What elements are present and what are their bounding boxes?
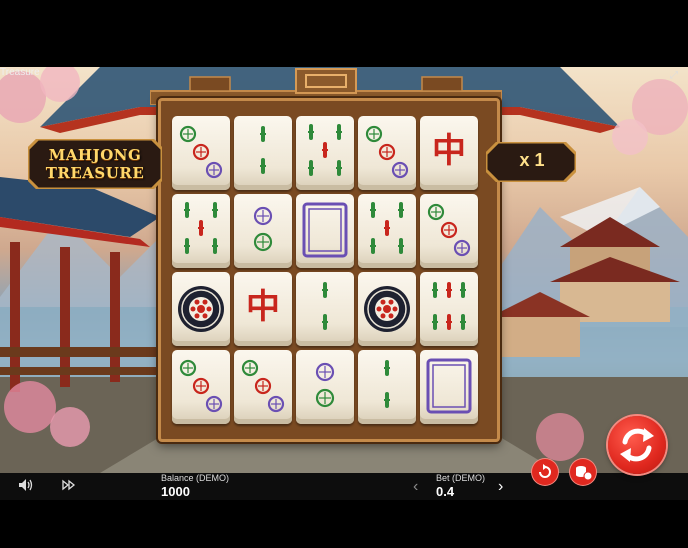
bet-label: Bet (DEMO) <box>436 473 486 483</box>
corner-game-title: Treasure <box>0 67 40 78</box>
tile-circles-3-diag <box>358 116 416 190</box>
circles-3-diag-icon <box>179 125 223 179</box>
tile-bamboo-6 <box>420 272 478 346</box>
tile-circles-3-diag <box>172 116 230 190</box>
bet-increase-button[interactable]: › <box>498 478 503 496</box>
fast-forward-icon[interactable] <box>62 479 76 494</box>
tile-circle-wild <box>172 272 230 346</box>
bamboo-5-icon <box>184 202 218 254</box>
bamboo-6-icon <box>432 282 466 330</box>
tile-bamboo-5 <box>296 116 354 190</box>
tile-bamboo-2 <box>234 116 292 190</box>
spin-arrows-icon <box>620 428 654 462</box>
tile-white-dragon <box>296 194 354 268</box>
bamboo-5-icon <box>308 124 342 176</box>
bet-settings-button[interactable] <box>570 459 596 485</box>
bamboo-2-icon <box>384 360 390 408</box>
bet-decrease-button[interactable]: ‹ <box>413 478 418 496</box>
bamboo-5-icon <box>370 202 404 254</box>
tile-bamboo-5 <box>172 194 230 268</box>
svg-text:中: 中 <box>246 287 280 327</box>
tile-bamboo-5 <box>358 194 416 268</box>
game-logo: MAHJONG TREASURE <box>28 146 162 182</box>
speaker-icon[interactable] <box>18 478 34 495</box>
coins-icon <box>576 466 593 481</box>
letterbox-bottom <box>0 500 688 548</box>
svg-text:中: 中 <box>432 131 466 171</box>
balance-label: Balance (DEMO) <box>161 473 230 483</box>
tile-bamboo-2 <box>358 350 416 424</box>
circles-3-diag-icon <box>241 359 285 413</box>
tile-grid: 中中 <box>172 116 478 426</box>
autoplay-button[interactable] <box>532 459 558 485</box>
fullscreen-icon[interactable]: ⤢ <box>670 70 680 81</box>
tile-red-dragon: 中 <box>420 116 478 190</box>
circles-2-icon <box>315 362 335 408</box>
circle-wild-icon <box>178 286 224 332</box>
letterbox-top <box>0 0 688 67</box>
multiplier-value: x 1 <box>519 150 545 170</box>
tile-circles-3-diag <box>420 194 478 268</box>
bet-value: 0.4 <box>436 484 455 499</box>
red-dragon-icon: 中 <box>432 131 466 171</box>
white-dragon-icon <box>426 358 472 414</box>
autoplay-icon <box>539 464 551 478</box>
circles-3-diag-icon <box>179 359 223 413</box>
logo-line-1: MAHJONG <box>48 146 142 164</box>
balance-value: 1000 <box>161 484 190 499</box>
red-dragon-icon: 中 <box>246 287 280 327</box>
tile-circles-2 <box>234 194 292 268</box>
logo-line-2: TREASURE <box>45 164 145 182</box>
circle-wild-icon <box>364 286 410 332</box>
bamboo-2-icon <box>260 126 266 174</box>
circles-2-icon <box>253 206 273 252</box>
circles-3-diag-icon <box>427 203 471 257</box>
tile-circles-3-diag <box>172 350 230 424</box>
tile-circles-3-diag <box>234 350 292 424</box>
tile-bamboo-2 <box>296 272 354 346</box>
white-dragon-icon <box>302 202 348 258</box>
tile-circles-2 <box>296 350 354 424</box>
tile-white-dragon <box>420 350 478 424</box>
tile-red-dragon: 中 <box>234 272 292 346</box>
tile-circle-wild <box>358 272 416 346</box>
circles-3-diag-icon <box>365 125 409 179</box>
spin-button[interactable] <box>608 416 666 474</box>
bamboo-2-icon <box>322 282 328 330</box>
